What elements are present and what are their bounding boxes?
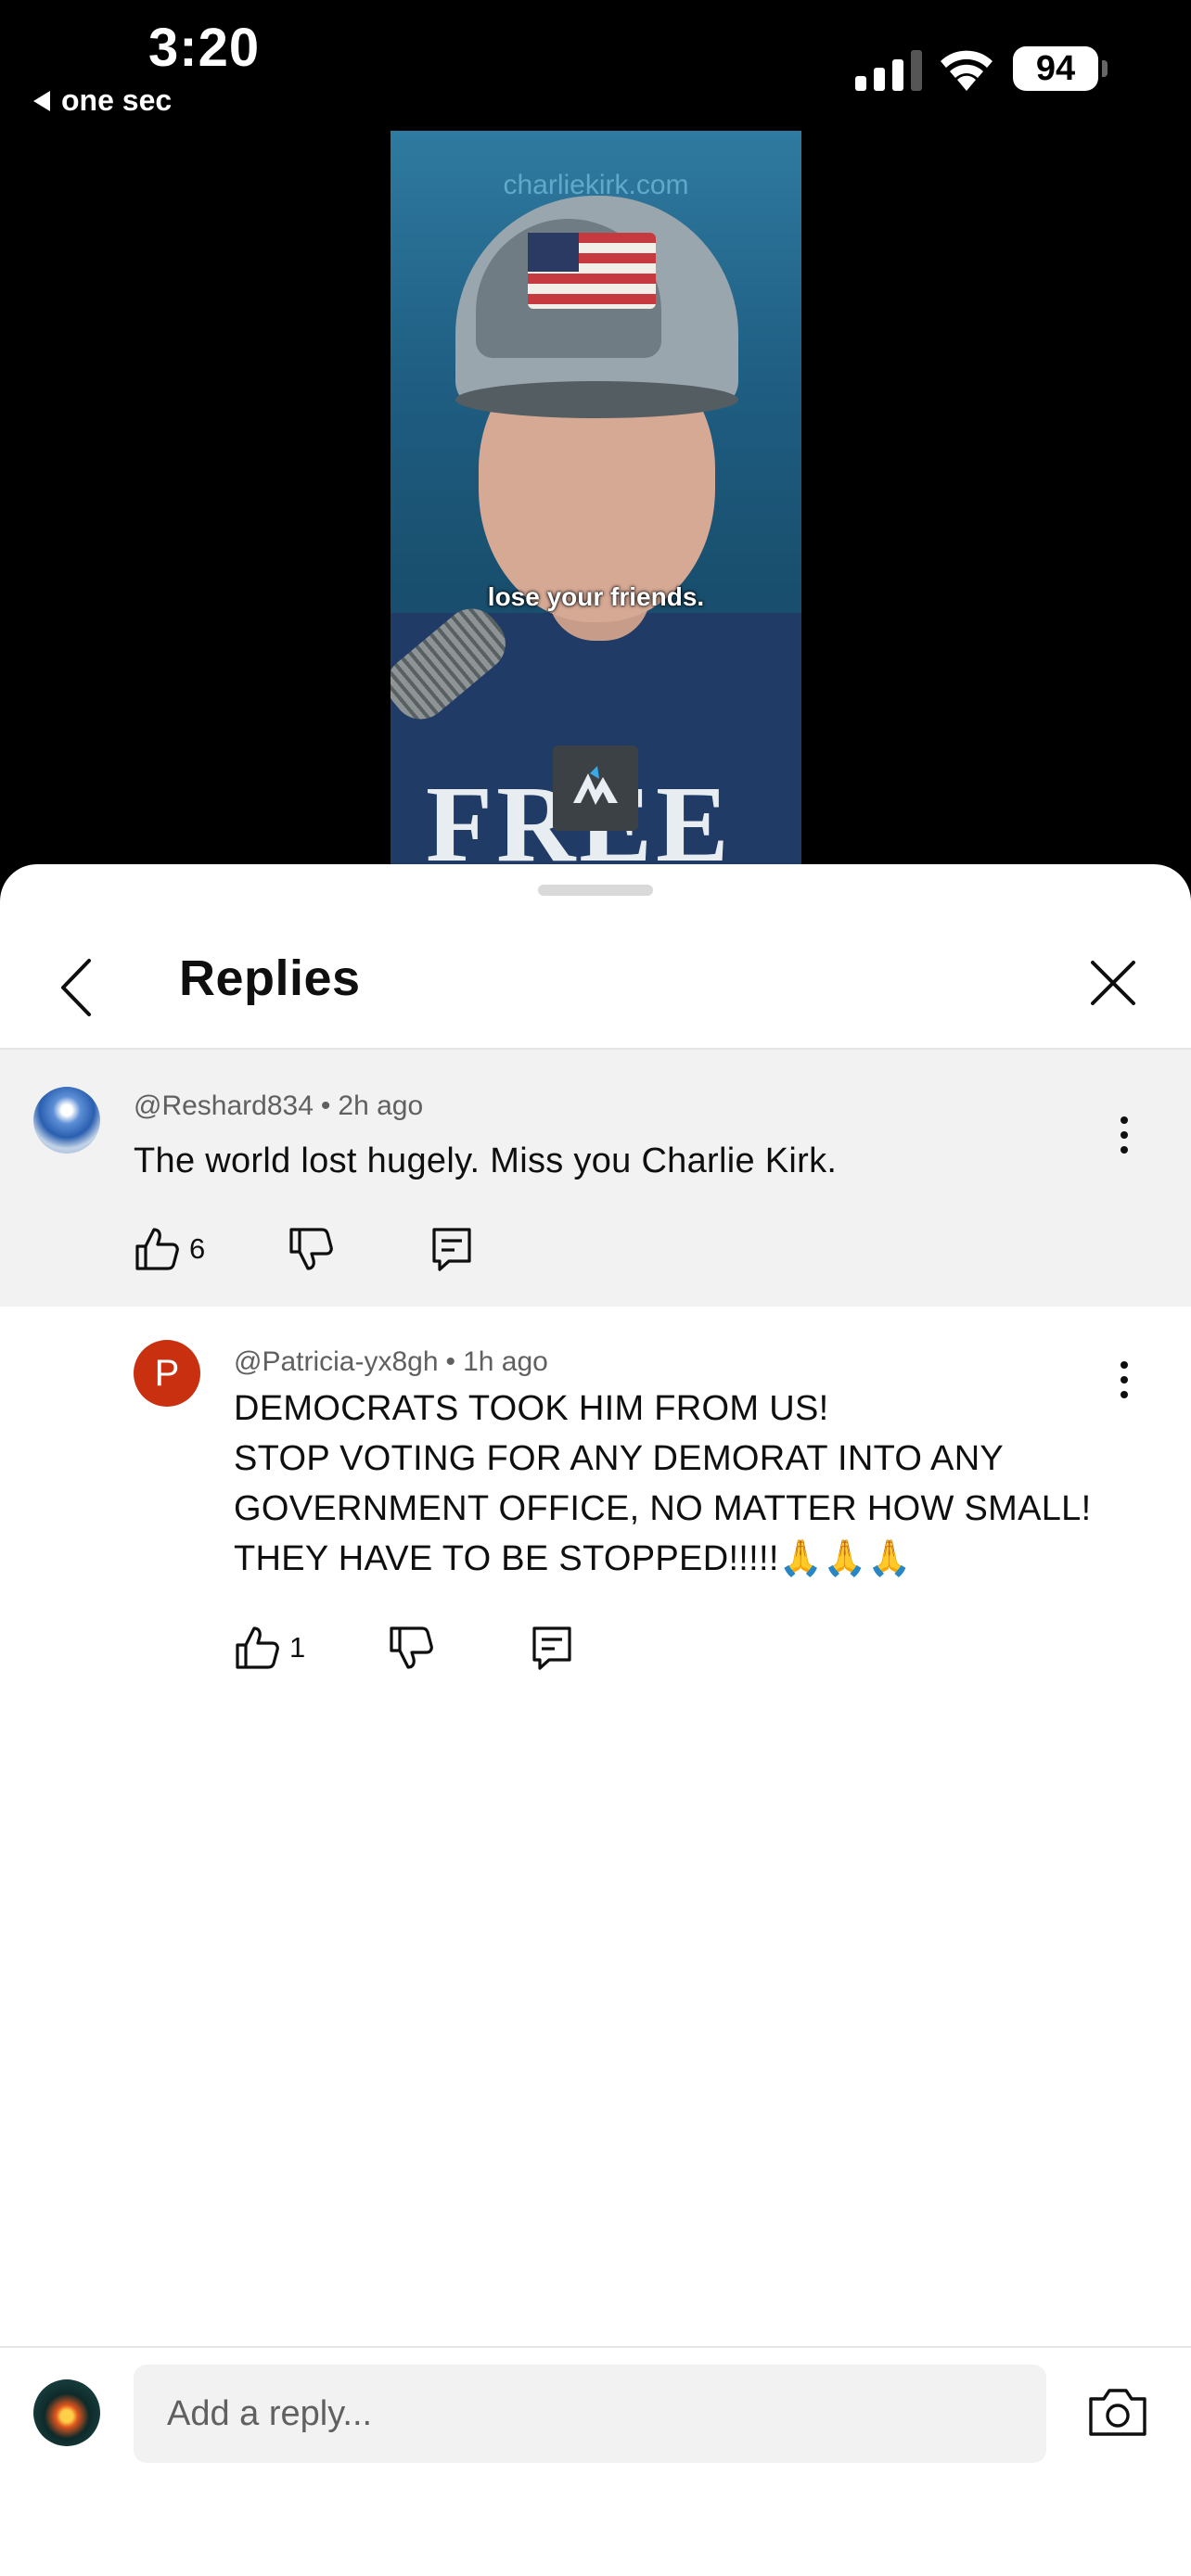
thumbs-up-icon[interactable] — [234, 1625, 280, 1671]
comment-line: DEMOCRATS TOOK HIM FROM US! — [234, 1389, 829, 1428]
channel-logo-icon — [553, 746, 638, 831]
comment-icon[interactable] — [529, 1625, 575, 1671]
comment-author[interactable]: @Patricia-yx8gh — [234, 1346, 439, 1377]
comment-line: GOVERNMENT OFFICE, NO MATTER HOW SMALL! — [234, 1489, 1092, 1528]
avatar[interactable] — [33, 2379, 100, 2446]
comment-time: 1h ago — [463, 1346, 548, 1377]
comment-line: STOP VOTING FOR ANY DEMORAT INTO ANY — [234, 1439, 1005, 1478]
thumbs-up-icon[interactable] — [134, 1226, 180, 1272]
meta-separator: • — [445, 1346, 456, 1377]
flag-patch — [528, 233, 656, 309]
back-to-app-button[interactable]: one sec — [33, 83, 172, 118]
thumbs-down-icon[interactable] — [288, 1226, 334, 1272]
status-time: 3:20 — [148, 18, 261, 78]
avatar[interactable]: P — [134, 1340, 200, 1407]
comment-icon[interactable] — [429, 1226, 475, 1272]
wifi-icon — [941, 50, 992, 91]
parent-comment: @Reshard834 • 2h ago The world lost hugely… — [0, 1050, 1191, 1307]
video-player[interactable]: charliekirk.com lose your friends. FREE — [391, 131, 801, 865]
meta-separator: • — [320, 1090, 331, 1121]
like-count: 6 — [189, 1232, 206, 1265]
comment-time: 2h ago — [338, 1090, 424, 1121]
status-bar: 3:20 one sec 94 — [0, 0, 1191, 130]
back-app-label: one sec — [61, 83, 173, 117]
comment-text: The world lost hugely. Miss you Charlie … — [134, 1141, 838, 1180]
avatar[interactable] — [33, 1087, 100, 1154]
cellular-signal-icon — [855, 50, 922, 91]
video-caption: lose your friends. — [487, 582, 705, 611]
sheet-header: Replies — [0, 864, 1191, 1050]
close-icon[interactable] — [1087, 957, 1139, 1009]
reply-input[interactable] — [134, 2365, 1046, 2463]
replies-sheet: Replies @Reshard834 • 2h ago The world los… — [0, 864, 1191, 2576]
back-triangle-icon — [33, 90, 50, 111]
comment-line: THEY HAVE TO BE STOPPED!!!!!🙏🙏🙏 — [234, 1539, 912, 1578]
more-vertical-icon[interactable] — [1115, 1116, 1133, 1163]
comment-author[interactable]: @Reshard834 — [134, 1090, 314, 1121]
comment-text: DEMOCRATS TOOK HIM FROM US! STOP VOTING … — [234, 1384, 1091, 1584]
footer-divider — [0, 2346, 1191, 2348]
chevron-left-icon[interactable] — [54, 955, 100, 1020]
page-title: Replies — [179, 950, 361, 1006]
more-vertical-icon[interactable] — [1115, 1361, 1133, 1408]
video-cap-brim — [455, 381, 738, 418]
camera-icon[interactable] — [1087, 2386, 1148, 2438]
battery-nub — [1102, 60, 1108, 77]
battery-indicator: 94 — [1013, 46, 1098, 91]
comment-meta: @Patricia-yx8gh • 1h ago — [234, 1346, 548, 1378]
thumbs-down-icon[interactable] — [388, 1625, 434, 1671]
comment-meta: @Reshard834 • 2h ago — [134, 1090, 423, 1122]
like-count: 1 — [289, 1631, 306, 1664]
